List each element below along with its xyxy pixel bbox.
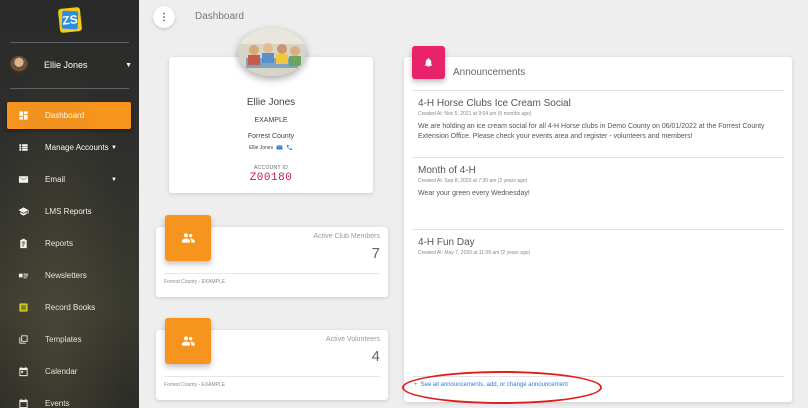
sidebar: ZS Ellie Jones ▼ Dashboard Manage Accoun… (0, 0, 139, 408)
sidebar-item-label: Record Books (45, 303, 96, 312)
account-id-label: ACCOUNT ID (253, 165, 289, 171)
announcement-divider (412, 229, 784, 230)
announcement-divider (412, 157, 784, 158)
sidebar-item-templates[interactable]: Templates (7, 326, 131, 353)
newsletter-icon (15, 270, 31, 281)
announcement-item[interactable]: 4-H Horse Clubs Ice Cream Social Created… (418, 98, 782, 142)
announcements-title: Announcements (453, 67, 526, 78)
plus-icon: + (414, 382, 418, 388)
user-menu[interactable]: Ellie Jones ▼ (10, 54, 132, 76)
record-book-icon (15, 302, 31, 313)
more-menu-button[interactable]: ⋮ (153, 6, 175, 28)
announcement-body: We are holding an ice cream social for a… (418, 123, 765, 140)
see-all-link-text: See all announcements, add, or change an… (420, 382, 568, 388)
profile-contact: Ellie Jones (169, 144, 373, 151)
see-all-announcements-link[interactable]: + See all announcements, add, or change … (414, 382, 568, 388)
top-bar: ⋮ Dashboard (139, 0, 808, 36)
sidebar-item-label: LMS Reports (45, 207, 92, 216)
caret-down-icon: ▼ (125, 61, 132, 69)
sidebar-item-label: Events (45, 399, 70, 408)
caret-down-icon: ▼ (111, 176, 117, 183)
stat-label: Active Club Members (313, 233, 380, 240)
sidebar-item-calendar[interactable]: Calendar (7, 358, 131, 385)
profile-county: Forrest County (247, 133, 295, 140)
sidebar-item-newsletters[interactable]: Newsletters (7, 262, 131, 289)
sidebar-item-events[interactable]: Events (7, 390, 131, 408)
graduation-cap-icon (15, 206, 31, 217)
caret-down-icon: ▼ (111, 144, 117, 151)
stat-label: Active Volunteers (325, 336, 380, 343)
app-logo[interactable]: ZS (57, 6, 83, 34)
user-name: Ellie Jones (44, 60, 88, 70)
sidebar-item-label: Email (45, 175, 66, 184)
stat-value: 4 (371, 348, 380, 365)
sidebar-item-label: Dashboard (45, 111, 85, 120)
page-title: Dashboard (195, 11, 244, 22)
contact-name: Ellie Jones (248, 144, 274, 151)
mail-icon (15, 174, 31, 185)
stat-footer: Forrest County - EXAMPLE (164, 382, 226, 388)
sidebar-item-label: Calendar (45, 367, 78, 376)
stat-card-volunteers: Active Volunteers 4 Forrest County - EXA… (156, 318, 388, 400)
sidebar-item-dashboard[interactable]: Dashboard (7, 102, 131, 129)
sidebar-item-label: Manage Accounts (45, 143, 109, 152)
sidebar-item-record-books[interactable]: Record Books (7, 294, 131, 321)
phone-icon[interactable] (286, 144, 293, 151)
sidebar-item-label: Templates (45, 335, 82, 344)
sidebar-item-lms-reports[interactable]: LMS Reports (7, 198, 131, 225)
list-icon (15, 142, 31, 153)
announcement-title: Month of 4-H (418, 165, 476, 176)
announcement-item[interactable]: 4-H Fun Day Created At: May 7, 2020 at 1… (418, 237, 782, 256)
profile-name: Ellie Jones (246, 97, 296, 108)
announcement-item[interactable]: Month of 4-H Created At: Sep 8, 2020 at … (418, 165, 782, 199)
stat-footer: Forrest County - EXAMPLE (164, 279, 226, 285)
sidebar-divider (10, 88, 129, 89)
stat-divider (164, 376, 380, 377)
announcement-date: Created At: Nov 5, 2021 at 9:04 am (5 mo… (418, 111, 532, 117)
profile-photo (238, 28, 306, 76)
avatar (10, 56, 28, 74)
bell-icon (412, 46, 445, 79)
events-icon (15, 398, 31, 408)
stat-divider (164, 273, 380, 274)
group-icon (165, 318, 211, 364)
logo-text: ZS (61, 12, 79, 28)
mail-icon[interactable] (276, 144, 283, 151)
announcement-title: 4-H Horse Clubs Ice Cream Social (418, 98, 571, 109)
announcement-divider (412, 90, 784, 91)
profile-club: EXAMPLE (254, 117, 288, 124)
announcement-title: 4-H Fun Day (418, 237, 475, 248)
templates-icon (15, 334, 31, 345)
clipboard-icon (15, 238, 31, 249)
sidebar-item-label: Newsletters (45, 271, 87, 280)
stat-value: 7 (371, 245, 380, 262)
sidebar-item-label: Reports (45, 239, 74, 248)
announcement-body: Wear your green every Wednesday! (418, 190, 530, 197)
group-icon (165, 215, 211, 261)
dashboard-icon (15, 110, 31, 121)
sidebar-item-reports[interactable]: Reports (7, 230, 131, 257)
sidebar-divider (10, 42, 129, 43)
announcement-divider (412, 376, 784, 377)
announcement-date: Created At: Sep 8, 2020 at 7:30 am (2 ye… (418, 178, 528, 184)
sidebar-item-email[interactable]: Email ▼ (7, 166, 131, 193)
account-id: Z00180 (249, 172, 293, 184)
announcements-card: Announcements 4-H Horse Clubs Ice Cream … (404, 46, 792, 402)
stat-card-members: Active Club Members 7 Forrest County - E… (156, 215, 388, 297)
profile-card: Ellie Jones EXAMPLE Forrest County Ellie… (169, 57, 373, 193)
calendar-icon (15, 366, 31, 377)
sidebar-item-manage-accounts[interactable]: Manage Accounts ▼ (7, 134, 131, 161)
announcement-date: Created At: May 7, 2020 at 11:09 am (2 y… (418, 250, 531, 256)
